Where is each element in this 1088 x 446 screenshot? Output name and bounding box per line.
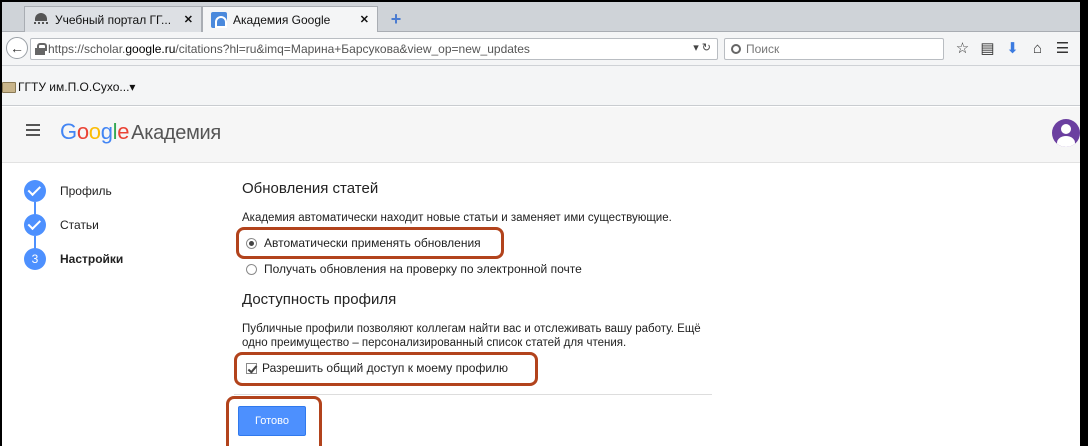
logo-product: Академия xyxy=(131,122,221,144)
portal-favicon-icon xyxy=(33,12,49,27)
search-input[interactable]: Поиск xyxy=(724,38,944,60)
step-profile[interactable]: Профиль xyxy=(24,180,112,202)
divider xyxy=(234,394,712,395)
download-icon[interactable]: ⬇ xyxy=(1000,38,1025,60)
step-settings[interactable]: 3 Настройки xyxy=(24,248,123,270)
url-path: /citations?hl=ru&imq=Марина+Барсукова&vi… xyxy=(175,42,530,56)
checkmark-icon xyxy=(24,214,46,236)
scholar-header: Google Академия xyxy=(2,107,1080,163)
toolbar-icons: ☆ ▤ ⬇ ⌂ ☰ xyxy=(950,38,1075,60)
step-label: Профиль xyxy=(60,184,112,198)
folder-icon xyxy=(2,81,16,93)
checkmark-icon xyxy=(24,180,46,202)
star-icon[interactable]: ☆ xyxy=(950,38,975,60)
avatar[interactable] xyxy=(1052,119,1080,147)
logo[interactable]: Google Академия xyxy=(60,119,221,145)
reading-list-icon[interactable]: ▤ xyxy=(975,38,1000,60)
tab-scholar-label: Академия Google xyxy=(233,12,331,27)
tab-portal-label: Учебный портал ГГ... xyxy=(55,12,172,27)
logo-brand: Google xyxy=(60,119,130,144)
radio-email-updates[interactable]: Получать обновления на проверку по элект… xyxy=(246,262,582,276)
tab-scholar[interactable]: Академия Google ✕ xyxy=(202,6,378,32)
new-tab-plus-icon[interactable]: + xyxy=(386,9,406,29)
tab-bar: Учебный портал ГГ... ✕ Академия Google ✕… xyxy=(2,2,1080,32)
visibility-description-line: одно преимущество – персонализированный … xyxy=(242,337,627,349)
highlight-frame xyxy=(234,352,538,386)
url-host: google.ru xyxy=(125,42,176,56)
close-icon[interactable]: ✕ xyxy=(356,13,369,26)
step-number: 3 xyxy=(24,248,46,270)
menu-icon[interactable]: ☰ xyxy=(1050,38,1075,60)
visibility-description-line: Публичные профили позволяют коллегам най… xyxy=(242,323,701,335)
lock-icon xyxy=(35,43,47,55)
search-placeholder: Поиск xyxy=(746,42,780,56)
back-arrow-icon[interactable]: ← xyxy=(6,37,28,59)
updates-title: Обновления статей xyxy=(242,180,379,197)
visibility-description: Публичные профили позволяют коллегам най… xyxy=(242,322,722,350)
bookmarks-bar: ГГТУ им.П.О.Сухо... ▾ xyxy=(2,66,1080,106)
step-articles[interactable]: Статьи xyxy=(24,214,99,236)
highlight-frame xyxy=(226,396,322,446)
visibility-title: Доступность профиля xyxy=(242,291,397,308)
chevron-down-icon: ▾ xyxy=(129,80,136,94)
tab-portal[interactable]: Учебный портал ГГ... ✕ xyxy=(24,6,202,32)
navigation-bar: ← https://scholar. google.ru/citations?hl… xyxy=(2,32,1080,66)
browser-window: Учебный портал ГГ... ✕ Академия Google ✕… xyxy=(0,0,1080,446)
scholar-favicon-icon xyxy=(211,11,227,28)
search-icon xyxy=(731,44,741,54)
reload-icon[interactable]: ▾ ↻ xyxy=(693,41,711,54)
close-icon[interactable]: ✕ xyxy=(180,13,193,26)
bookmark-label: ГГТУ им.П.О.Сухо... xyxy=(18,80,130,94)
radio-label: Получать обновления на проверку по элект… xyxy=(264,262,582,276)
url-prefix: https://scholar. xyxy=(48,42,126,56)
step-label: Статьи xyxy=(60,218,99,232)
home-icon[interactable]: ⌂ xyxy=(1025,38,1050,60)
step-label: Настройки xyxy=(60,252,124,266)
radio-button[interactable] xyxy=(246,263,257,275)
highlight-frame xyxy=(236,227,504,259)
hamburger-menu-icon[interactable] xyxy=(26,124,40,136)
url-bar[interactable]: https://scholar. google.ru/citations?hl=r… xyxy=(30,38,718,60)
updates-description: Академия автоматически находит новые ста… xyxy=(242,212,672,224)
bookmark-folder[interactable]: ГГТУ им.П.О.Сухо... ▾ xyxy=(2,80,135,94)
